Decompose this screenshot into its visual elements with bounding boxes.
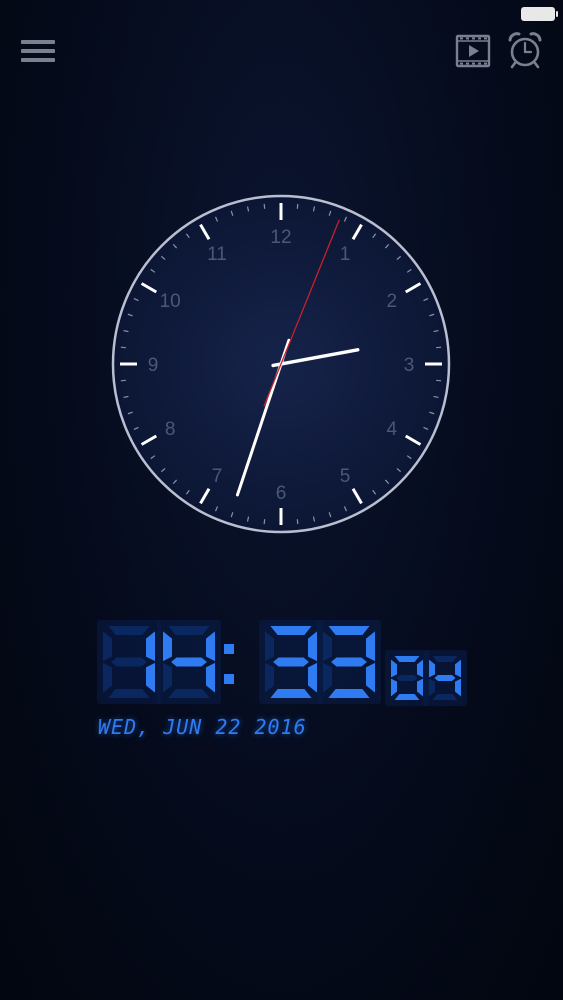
dial-number: 10 xyxy=(160,291,181,312)
dial-number: 11 xyxy=(207,244,227,265)
digit-segment xyxy=(434,675,456,681)
digit-segment xyxy=(111,657,147,667)
date-label: WED, JUN 22 2016 xyxy=(98,715,307,739)
video-film-icon xyxy=(455,34,491,68)
analog-clock-face: 121234567891011 xyxy=(111,194,451,534)
time-separator xyxy=(224,644,234,684)
dial-number: 12 xyxy=(270,227,291,248)
colon-dot xyxy=(224,644,234,654)
minute-tick xyxy=(263,203,266,209)
digit-segment xyxy=(171,657,207,667)
alarm-clock-icon xyxy=(508,32,542,69)
minute-tick xyxy=(436,346,442,349)
hamburger-line xyxy=(21,58,55,62)
digit-segment xyxy=(108,626,150,635)
minute-digit xyxy=(317,620,381,704)
digit-segment xyxy=(270,689,312,698)
dial-number: 8 xyxy=(165,419,176,440)
minute-digit xyxy=(259,620,323,704)
digit-segment xyxy=(108,689,150,698)
digit-segment xyxy=(168,626,210,635)
dial-number: 2 xyxy=(387,291,398,312)
battery-icon xyxy=(521,7,558,21)
second-digit xyxy=(423,650,467,706)
second-digit xyxy=(385,650,429,706)
analog-clock: 12 1 2 3 4 5 6 7 8 9 10 11 xyxy=(110,193,452,535)
minute-tick xyxy=(120,379,126,382)
minute-tick xyxy=(296,519,299,525)
digit-segment xyxy=(273,657,309,667)
digit-segment xyxy=(331,657,367,667)
dial-number: 3 xyxy=(404,355,415,376)
dial-number: 4 xyxy=(387,419,398,440)
hamburger-line xyxy=(21,40,55,44)
menu-button[interactable] xyxy=(18,36,58,68)
dial-number: 5 xyxy=(340,466,351,487)
dial-number: 7 xyxy=(212,466,223,487)
minute-tick xyxy=(296,203,299,209)
digit-segment xyxy=(328,626,370,635)
digit-segment xyxy=(270,626,312,635)
dial-number: 9 xyxy=(148,355,159,376)
digit-segment xyxy=(396,675,418,681)
minute-tick xyxy=(436,379,442,382)
dial-number: 6 xyxy=(276,483,287,504)
video-button[interactable] xyxy=(454,32,492,70)
dial-number: 1 xyxy=(340,244,351,265)
digit-segment xyxy=(168,689,210,698)
hour-digit xyxy=(157,620,221,704)
hamburger-line xyxy=(21,49,55,53)
hour-digit xyxy=(97,620,161,704)
digit-segment xyxy=(328,689,370,698)
minute-tick xyxy=(263,519,266,525)
minute-tick xyxy=(120,346,126,349)
status-bar xyxy=(0,0,563,28)
digital-clock-display xyxy=(97,620,467,706)
colon-dot xyxy=(224,674,234,684)
alarm-button[interactable] xyxy=(505,30,545,70)
